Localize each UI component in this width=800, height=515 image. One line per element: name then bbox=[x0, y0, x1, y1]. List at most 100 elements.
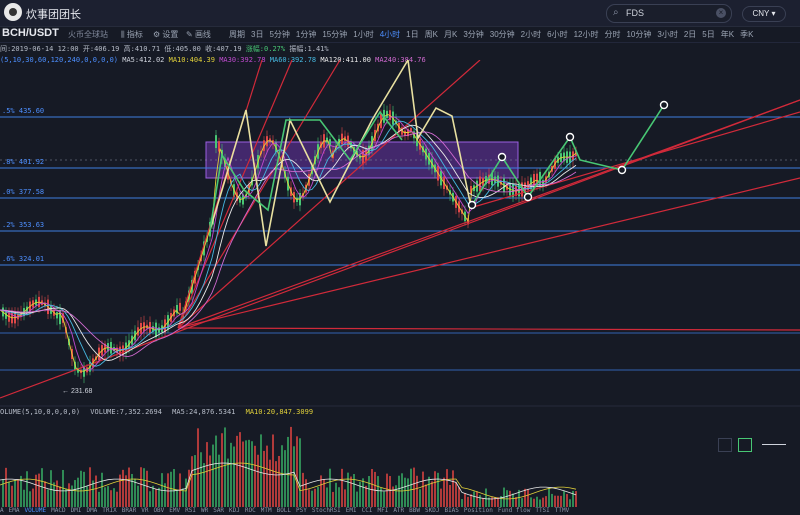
volume-bar bbox=[446, 469, 448, 507]
pattern-point-2[interactable] bbox=[523, 192, 533, 202]
volume-bar bbox=[158, 487, 160, 507]
pattern-point-5[interactable] bbox=[659, 100, 669, 110]
volume-bar bbox=[464, 493, 466, 507]
indicator-tab-1[interactable]: EMA bbox=[9, 507, 20, 514]
period-label: 周期 bbox=[229, 30, 245, 39]
volume-bar bbox=[278, 455, 280, 507]
interval-11[interactable]: 2小时 bbox=[521, 29, 541, 40]
drawing-widget bbox=[718, 436, 798, 452]
fan-line-6[interactable] bbox=[177, 327, 800, 331]
indicator-tab-9[interactable]: OBV bbox=[153, 507, 164, 514]
interval-8[interactable]: 月K bbox=[444, 29, 457, 40]
volume-bar bbox=[197, 428, 199, 507]
pattern-point-1[interactable] bbox=[497, 152, 507, 162]
indicator-tab-29[interactable]: TTSI bbox=[535, 507, 549, 514]
indicator-tab-21[interactable]: CCI bbox=[362, 507, 373, 514]
volume-bar bbox=[485, 488, 487, 507]
ohlc-open: 开:406.19 bbox=[82, 45, 120, 53]
indicator-tab-19[interactable]: StochRSI bbox=[312, 507, 341, 514]
interval-5[interactable]: 4小时 bbox=[380, 29, 400, 40]
volume-bar bbox=[233, 446, 235, 507]
indicator-tab-11[interactable]: RSI bbox=[185, 507, 196, 514]
interval-19[interactable]: 年K bbox=[721, 29, 734, 40]
interval-17[interactable]: 2日 bbox=[684, 29, 696, 40]
fan-line-3[interactable] bbox=[177, 60, 481, 329]
interval-7[interactable]: 周K bbox=[425, 29, 438, 40]
indicator-tab-3[interactable]: MACD bbox=[51, 507, 65, 514]
indicator-tab-27[interactable]: Position bbox=[464, 507, 493, 514]
draw-button[interactable]: ✎ 画线 bbox=[186, 29, 211, 40]
volume-bar bbox=[338, 487, 340, 507]
volume-bar bbox=[416, 475, 418, 507]
indicator-tab-13[interactable]: SAR bbox=[213, 507, 224, 514]
fan-line-1[interactable] bbox=[177, 60, 293, 329]
indicator-tab-10[interactable]: EMV bbox=[169, 507, 180, 514]
indicator-tab-8[interactable]: VR bbox=[141, 507, 148, 514]
indicator-tab-26[interactable]: BIAS bbox=[444, 507, 458, 514]
volume-bar bbox=[110, 490, 112, 507]
candle-body bbox=[56, 312, 58, 319]
volume-bar bbox=[305, 479, 307, 507]
avatar[interactable] bbox=[4, 3, 22, 21]
settings-button[interactable]: ⚙ 设置 bbox=[153, 29, 178, 40]
interval-6[interactable]: 1日 bbox=[406, 29, 418, 40]
search-input[interactable]: ⌕ FDS × bbox=[606, 4, 732, 23]
interval-10[interactable]: 30分钟 bbox=[490, 29, 515, 40]
interval-14[interactable]: 分时 bbox=[604, 29, 620, 40]
indicator-tab-16[interactable]: MTM bbox=[261, 507, 272, 514]
pattern-point-0[interactable] bbox=[467, 200, 477, 210]
indicator-tab-18[interactable]: PSY bbox=[296, 507, 307, 514]
edit-icon[interactable] bbox=[738, 438, 752, 452]
indicator-tab-5[interactable]: DMA bbox=[86, 507, 97, 514]
interval-18[interactable]: 5日 bbox=[702, 29, 714, 40]
interval-16[interactable]: 3小时 bbox=[657, 29, 677, 40]
interval-15[interactable]: 10分钟 bbox=[626, 29, 651, 40]
indicator-tab-22[interactable]: MFI bbox=[377, 507, 388, 514]
interval-2[interactable]: 1分钟 bbox=[296, 29, 316, 40]
interval-12[interactable]: 6小时 bbox=[547, 29, 567, 40]
pattern-point-4[interactable] bbox=[617, 165, 627, 175]
volume-bar bbox=[17, 479, 19, 507]
indicator-tab-7[interactable]: BRAR bbox=[122, 507, 136, 514]
indicator-tab-12[interactable]: WR bbox=[201, 507, 208, 514]
ohlc-time: 间:2019-06-14 12:00 bbox=[0, 45, 79, 53]
line-style-icon[interactable] bbox=[762, 444, 786, 445]
ohlc-close: 收:407.19 bbox=[205, 45, 242, 53]
indicator-tab-4[interactable]: DMI bbox=[71, 507, 82, 514]
volume-bar bbox=[356, 491, 358, 507]
indicator-tab-15[interactable]: ROC bbox=[245, 507, 256, 514]
volume-bar bbox=[410, 468, 412, 507]
indicator-tab-30[interactable]: TTMV bbox=[555, 507, 569, 514]
price-chart[interactable] bbox=[0, 60, 800, 507]
grid-icon[interactable] bbox=[718, 438, 732, 452]
indicators-button[interactable]: ⫼ 指标 bbox=[121, 29, 143, 40]
indicator-tab-24[interactable]: BBW bbox=[409, 507, 420, 514]
indicator-tab-20[interactable]: EMI bbox=[346, 507, 357, 514]
interval-1[interactable]: 5分钟 bbox=[269, 29, 289, 40]
indicator-tab-28[interactable]: Fund flow bbox=[498, 507, 531, 514]
interval-9[interactable]: 3分钟 bbox=[463, 29, 483, 40]
volume-bar bbox=[8, 481, 10, 507]
interval-3[interactable]: 15分钟 bbox=[322, 29, 347, 40]
interval-20[interactable]: 季K bbox=[740, 29, 753, 40]
search-value: FDS bbox=[626, 8, 644, 18]
fan-line-5[interactable] bbox=[177, 177, 800, 329]
clear-icon[interactable]: × bbox=[716, 8, 726, 18]
currency-select[interactable]: CNY ▾ bbox=[742, 6, 786, 22]
indicator-tab-14[interactable]: KDJ bbox=[229, 507, 240, 514]
indicator-tab-0[interactable]: A bbox=[0, 507, 4, 514]
indicator-tab-25[interactable]: SKDJ bbox=[425, 507, 439, 514]
volume-bar bbox=[260, 434, 262, 507]
settings-label: 设置 bbox=[162, 30, 179, 39]
interval-4[interactable]: 1小时 bbox=[353, 29, 373, 40]
indicator-tab-6[interactable]: TRIX bbox=[102, 507, 116, 514]
indicator-tab-23[interactable]: ATR bbox=[393, 507, 404, 514]
interval-0[interactable]: 3日 bbox=[251, 29, 263, 40]
volume-bar bbox=[218, 454, 220, 507]
indicator-tab-17[interactable]: BOLL bbox=[277, 507, 291, 514]
interval-13[interactable]: 12小时 bbox=[574, 29, 599, 40]
pair-title[interactable]: BCH/USDT bbox=[2, 27, 59, 39]
pattern-point-3[interactable] bbox=[565, 132, 575, 142]
indicator-tab-2[interactable]: VOLUME bbox=[24, 507, 46, 514]
volume-bar bbox=[332, 491, 334, 507]
